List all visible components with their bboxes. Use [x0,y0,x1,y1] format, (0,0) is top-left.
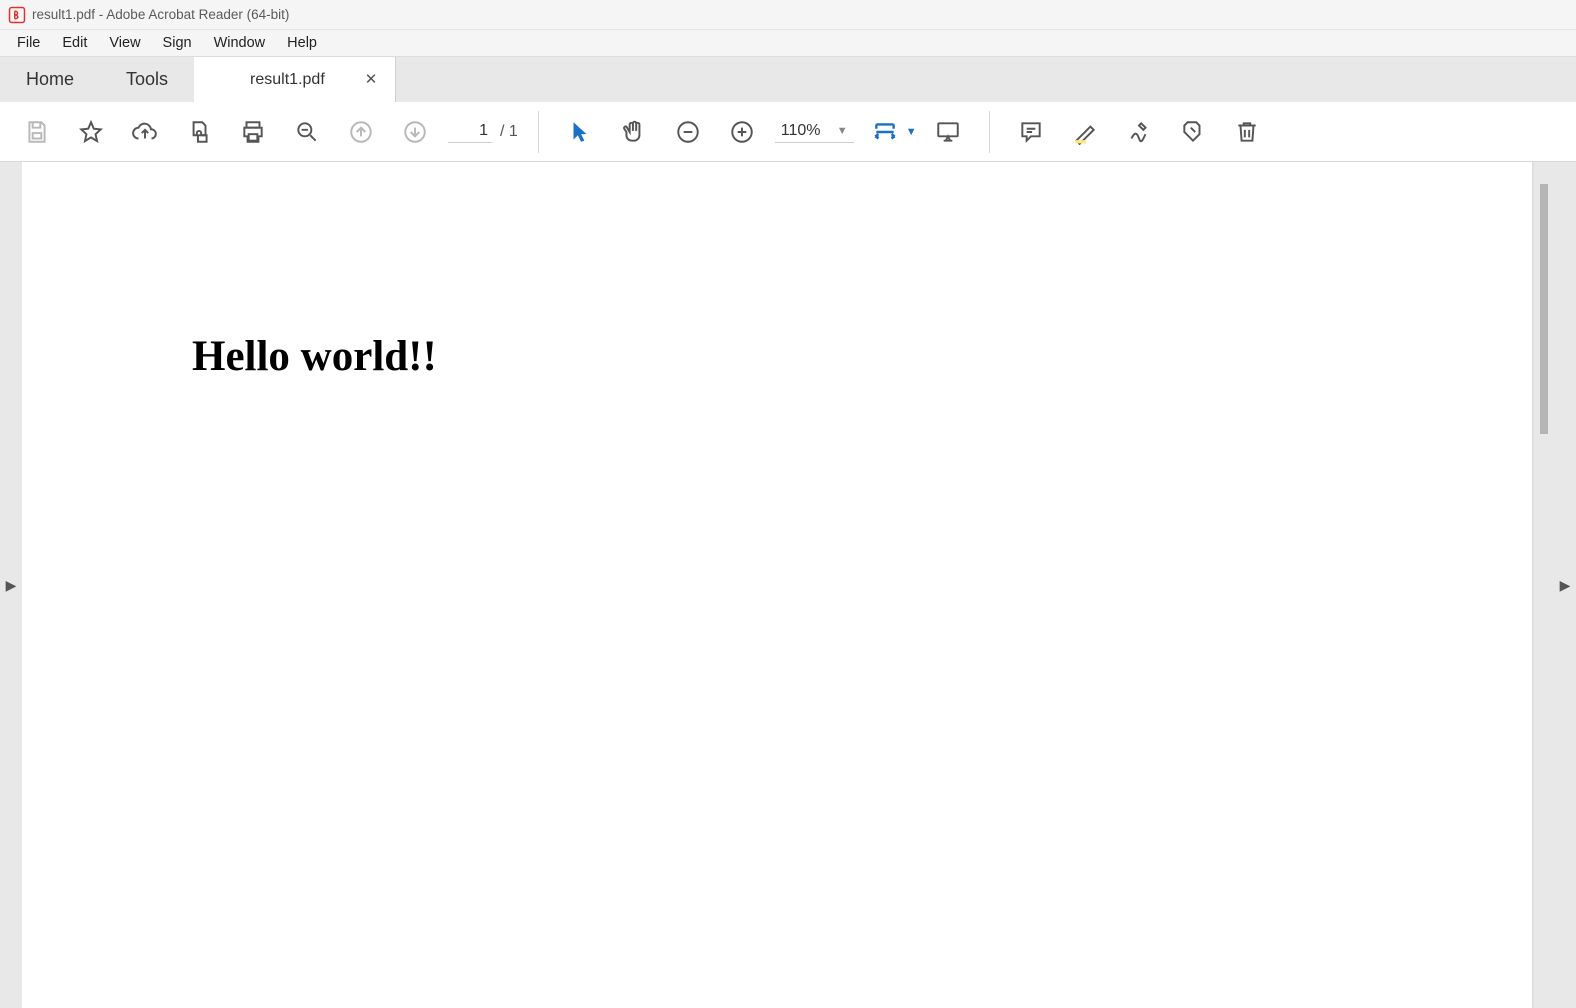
cloud-upload-icon[interactable] [123,110,167,154]
menu-help[interactable]: Help [276,32,328,54]
save-icon[interactable] [15,110,59,154]
zoom-value: 110% [781,122,831,140]
zoom-out-icon[interactable] [666,110,710,154]
page-number-input[interactable] [448,120,492,143]
document-viewport[interactable]: Hello world!! [22,162,1554,1008]
zoom-in-icon[interactable] [720,110,764,154]
comment-icon[interactable] [1009,110,1053,154]
right-panel-toggle[interactable]: ▶ [1554,162,1576,1008]
chevron-down-icon: ▼ [906,126,917,138]
read-mode-icon[interactable] [926,110,970,154]
toolbar: / 1 110% ▼ ▼ [0,102,1576,162]
menu-window[interactable]: Window [203,32,277,54]
tab-document-label: result1.pdf [250,71,325,89]
menu-sign[interactable]: Sign [152,32,203,54]
print-icon[interactable] [231,110,275,154]
zoom-dropdown[interactable]: 110% ▼ [775,120,854,143]
star-icon[interactable] [69,110,113,154]
tab-close-icon[interactable]: ✕ [361,70,382,89]
tab-tools[interactable]: Tools [100,57,194,102]
page-number-group: / 1 [448,120,518,143]
fit-width-icon [869,110,901,154]
window-title-bar: result1.pdf - Adobe Acrobat Reader (64-b… [0,0,1576,30]
toolbar-separator [538,111,539,153]
fit-width-group[interactable]: ▼ [864,110,917,154]
document-heading: Hello world!! [192,332,1532,381]
vertical-scrollbar[interactable] [1540,184,1548,434]
delete-icon[interactable] [1225,110,1269,154]
find-icon[interactable] [285,110,329,154]
tab-document[interactable]: result1.pdf ✕ [194,57,396,102]
menu-bar: File Edit View Sign Window Help [0,30,1576,56]
hand-tool-icon[interactable] [612,110,656,154]
highlight-icon[interactable] [1063,110,1107,154]
sign-icon[interactable] [1117,110,1161,154]
menu-file[interactable]: File [6,32,51,54]
menu-view[interactable]: View [98,32,151,54]
left-panel-toggle[interactable]: ▶ [0,162,22,1008]
window-title: result1.pdf - Adobe Acrobat Reader (64-b… [32,7,289,22]
previous-page-icon[interactable] [339,110,383,154]
document-page: Hello world!! [22,162,1532,1008]
chevron-right-icon: ▶ [1560,577,1571,594]
tab-home[interactable]: Home [0,57,100,102]
page-total-label: / 1 [500,123,518,141]
menu-edit[interactable]: Edit [51,32,98,54]
next-page-icon[interactable] [393,110,437,154]
stamp-icon[interactable] [1171,110,1215,154]
tab-bar: Home Tools result1.pdf ✕ [0,56,1576,102]
acrobat-icon [8,6,26,24]
selection-tool-icon[interactable] [558,110,602,154]
chevron-right-icon: ▶ [6,577,17,594]
chevron-down-icon: ▼ [837,125,848,137]
content-area: ▶ Hello world!! ▶ [0,162,1576,1008]
secure-file-icon[interactable] [177,110,221,154]
toolbar-separator [989,111,990,153]
